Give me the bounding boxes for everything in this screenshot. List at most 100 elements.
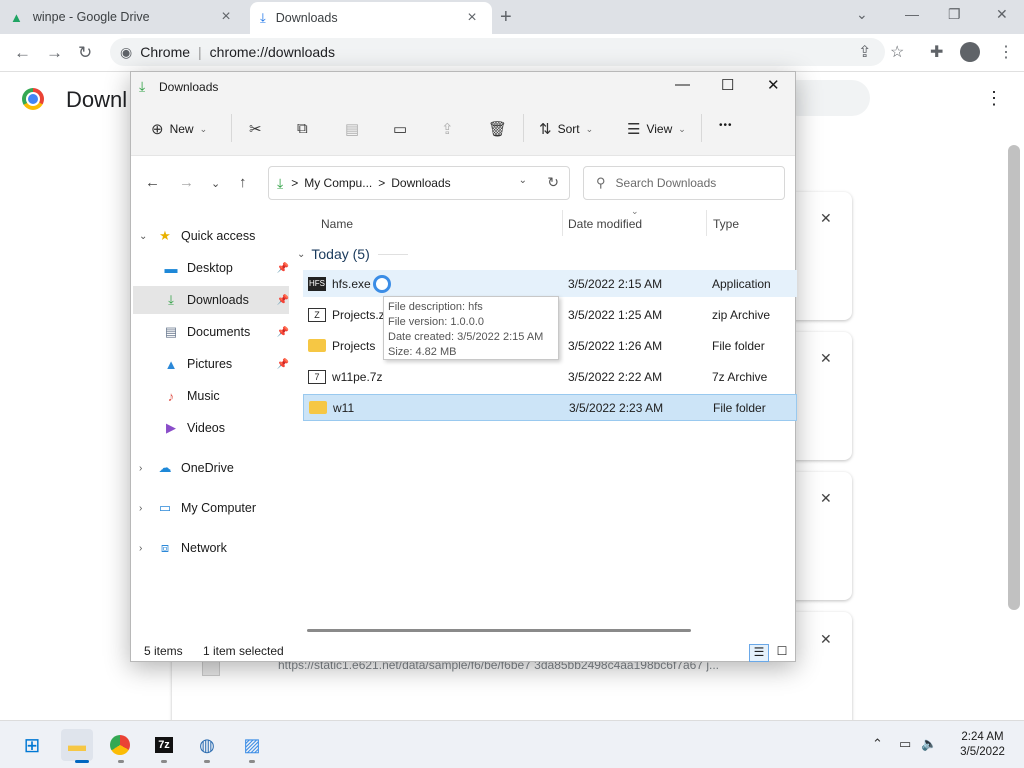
minimize-icon[interactable]: —: [675, 76, 690, 93]
profile-avatar[interactable]: [960, 42, 980, 62]
chevron-right-icon[interactable]: ›: [139, 463, 155, 474]
details-view-icon[interactable]: ☰: [749, 644, 769, 662]
close-icon[interactable]: ✕: [767, 76, 780, 94]
up-icon[interactable]: ↑: [239, 174, 247, 191]
column-date-modified[interactable]: Date modified: [568, 217, 642, 231]
new-button[interactable]: ⊕ New ⌄: [151, 120, 207, 138]
column-divider[interactable]: [706, 210, 707, 236]
nav-onedrive[interactable]: › ☁ OneDrive: [139, 454, 289, 482]
remove-download-icon[interactable]: ✕: [820, 210, 832, 227]
photos-icon[interactable]: ▨: [236, 729, 268, 761]
start-icon[interactable]: ⊞: [16, 729, 48, 761]
nav-documents[interactable]: ▤ Documents 📌: [139, 318, 289, 346]
breadcrumb-my-computer[interactable]: My Compu...: [304, 176, 372, 190]
divider: [377, 253, 408, 255]
chevron-up-icon[interactable]: ⌃: [872, 736, 883, 752]
pin-icon: 📌: [276, 262, 289, 274]
star-icon: ★: [159, 228, 171, 243]
network-status-icon[interactable]: ▭: [899, 736, 911, 752]
forward-icon[interactable]: →: [46, 43, 63, 63]
new-label: New: [169, 122, 194, 136]
paste-button[interactable]: ▤: [345, 120, 365, 138]
explorer-address-bar[interactable]: ⤓ > My Compu... > Downloads ⌄ ↻: [268, 166, 570, 200]
nav-quick-access[interactable]: ⌄ ★ Quick access: [139, 222, 289, 250]
tab-downloads[interactable]: ⤓ Downloads ×: [250, 2, 492, 34]
hfs-icon[interactable]: ◍: [191, 729, 223, 761]
tab-search-chevron-icon[interactable]: ⌄: [856, 6, 868, 23]
nav-label: Documents: [187, 325, 251, 339]
file-type: 7z Archive: [712, 369, 768, 384]
column-divider[interactable]: [562, 210, 563, 236]
tab-google-drive[interactable]: ▲ winpe - Google Drive ×: [0, 0, 246, 34]
file-type: Application: [712, 276, 771, 291]
new-tab-icon[interactable]: +: [500, 6, 512, 29]
chevron-down-icon[interactable]: ⌄: [139, 231, 155, 242]
tiles-view-icon[interactable]: ☐: [772, 644, 792, 662]
reload-icon[interactable]: ↻: [78, 43, 92, 63]
nav-music[interactable]: ♪ Music: [139, 382, 289, 410]
extensions-icon[interactable]: ✚: [930, 42, 943, 62]
nav-videos[interactable]: ▶ Videos: [139, 414, 289, 442]
rename-button[interactable]: ▭: [393, 120, 413, 138]
share-button[interactable]: ⇪: [441, 120, 460, 138]
status-selected: 1 item selected: [203, 644, 284, 658]
cut-button[interactable]: ✂: [249, 120, 268, 138]
close-tab-icon[interactable]: ×: [462, 9, 482, 27]
back-icon[interactable]: ←: [14, 43, 31, 63]
refresh-icon[interactable]: ↻: [547, 174, 559, 191]
desktop-icon: ▬: [164, 260, 178, 276]
volume-icon[interactable]: 🔈: [921, 736, 937, 752]
nav-network[interactable]: › ⧈ Network: [139, 534, 289, 562]
nav-desktop[interactable]: ▬ Desktop 📌: [139, 254, 290, 282]
forward-icon[interactable]: →: [179, 174, 194, 191]
restore-icon[interactable]: ❐: [948, 6, 961, 23]
recent-locations-icon[interactable]: ⌄: [211, 177, 220, 190]
chevron-right-icon[interactable]: ›: [139, 503, 155, 514]
file-thumbnail: [202, 660, 220, 676]
sort-chevron-icon: ⌄: [631, 206, 639, 216]
divider: [701, 114, 702, 142]
file-row-selected[interactable]: w11 3/5/2022 2:23 AM File folder: [303, 394, 797, 421]
column-type[interactable]: Type: [713, 217, 739, 231]
remove-download-icon[interactable]: ✕: [820, 631, 832, 648]
file-date: 3/5/2022 1:26 AM: [568, 338, 663, 353]
nav-label: OneDrive: [181, 461, 234, 475]
nav-my-computer[interactable]: › ▭ My Computer: [139, 494, 289, 522]
7zip-icon[interactable]: 7z: [148, 729, 180, 761]
column-name[interactable]: Name: [321, 217, 353, 231]
minimize-icon[interactable]: —: [905, 6, 919, 22]
chevron-down-icon[interactable]: ⌄: [519, 175, 527, 186]
bookmark-star-icon[interactable]: ☆: [890, 42, 904, 62]
group-header-today[interactable]: ⌄ Today (5): [297, 246, 408, 262]
more-options-button[interactable]: •••: [719, 120, 733, 131]
delete-button[interactable]: 🗑: [488, 120, 513, 138]
back-icon[interactable]: ←: [145, 174, 160, 191]
tab-label: winpe - Google Drive: [32, 10, 150, 24]
clock[interactable]: 2:24 AM 3/5/2022: [955, 730, 1010, 760]
pin-icon: 📌: [276, 294, 289, 306]
address-bar[interactable]: ◉ Chrome | chrome://downloads: [110, 38, 885, 66]
horizontal-scrollbar[interactable]: [307, 629, 691, 632]
explorer-titlebar[interactable]: [131, 72, 795, 102]
remove-download-icon[interactable]: ✕: [820, 350, 832, 367]
nav-pictures[interactable]: ▲ Pictures 📌: [139, 350, 289, 378]
copy-button[interactable]: ⧉: [297, 120, 314, 137]
nav-downloads[interactable]: ⤓ Downloads 📌: [133, 286, 289, 314]
hfs-exe-icon: HFS: [308, 276, 326, 291]
chrome-menu-icon[interactable]: ⋮: [998, 42, 1014, 62]
page-scrollbar[interactable]: [1008, 145, 1020, 610]
share-icon[interactable]: ⇪: [858, 42, 871, 62]
breadcrumb-downloads[interactable]: Downloads: [391, 176, 450, 190]
remove-download-icon[interactable]: ✕: [820, 490, 832, 507]
page-menu-icon[interactable]: ⋮: [985, 88, 1003, 109]
chrome-icon[interactable]: [104, 729, 136, 761]
chevron-right-icon[interactable]: ›: [139, 543, 155, 554]
search-input[interactable]: ⚲ Search Downloads: [583, 166, 785, 200]
view-button[interactable]: ☰ View ⌄: [627, 120, 686, 138]
file-explorer-icon[interactable]: ▬: [61, 729, 93, 761]
sort-button[interactable]: ⇅ Sort ⌄: [539, 120, 593, 138]
close-window-icon[interactable]: ✕: [996, 6, 1008, 23]
file-row[interactable]: 7 w11pe.7z 3/5/2022 2:22 AM 7z Archive: [303, 363, 797, 390]
maximize-icon[interactable]: ☐: [721, 76, 734, 94]
close-tab-icon[interactable]: ×: [216, 8, 236, 26]
